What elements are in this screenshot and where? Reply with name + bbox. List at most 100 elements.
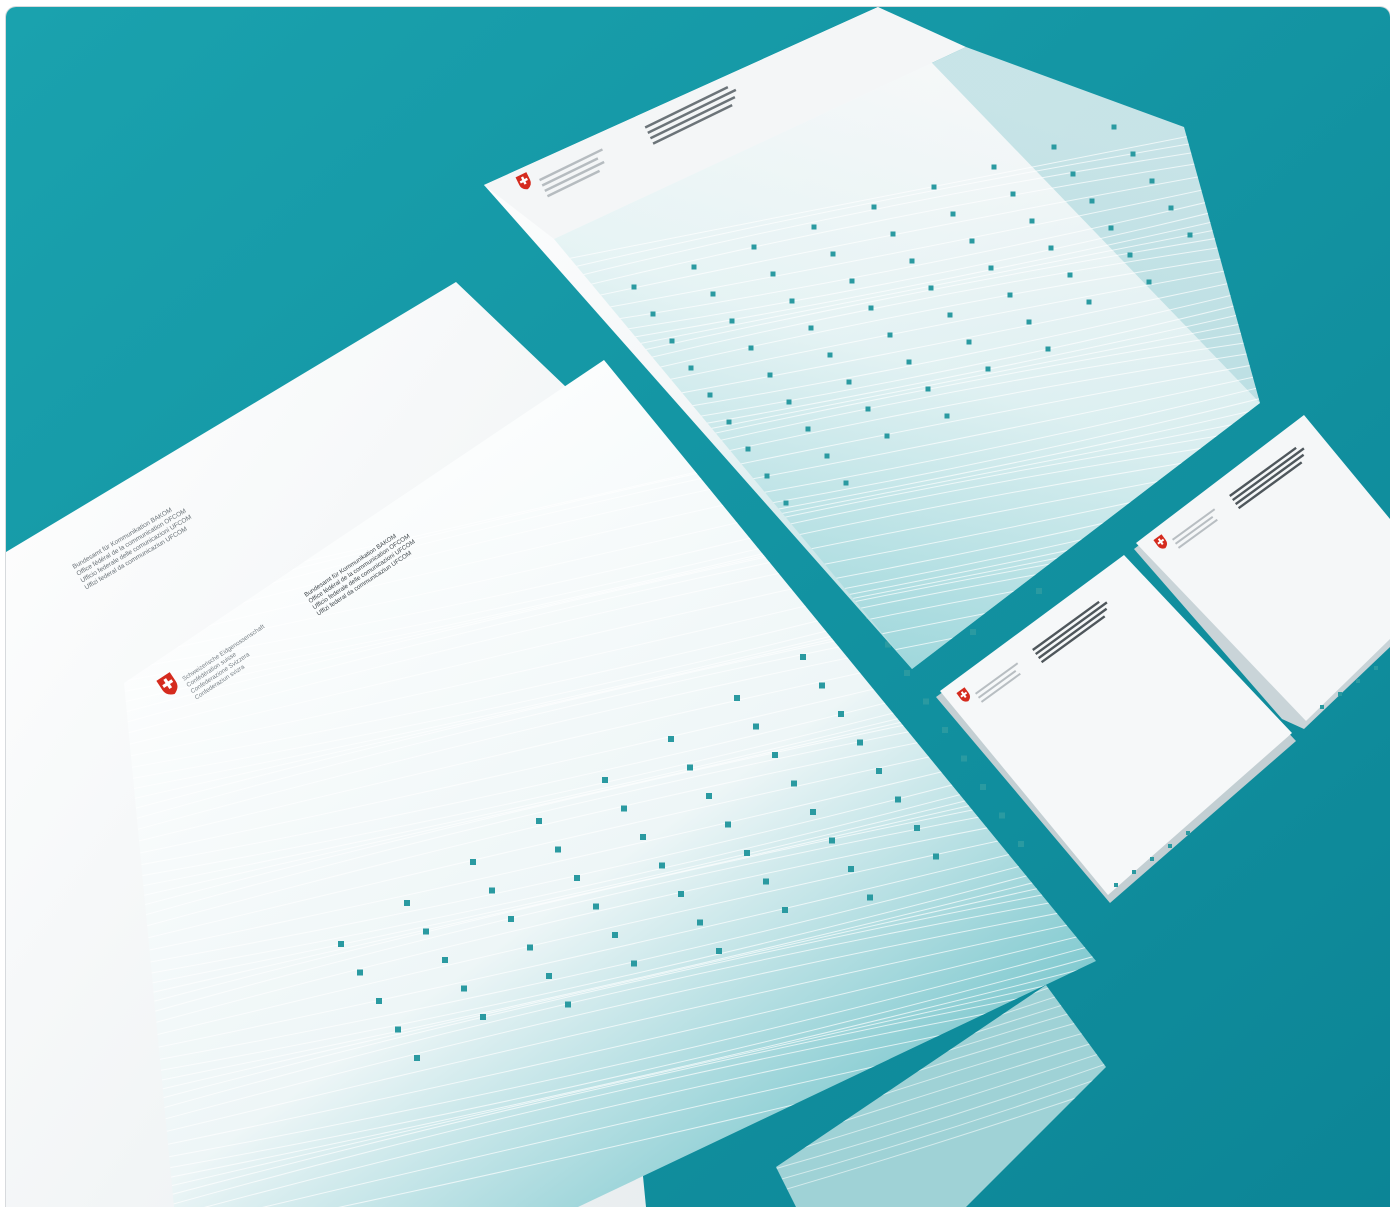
pattern-dot (338, 941, 344, 947)
pattern-dot (480, 1014, 486, 1020)
pattern-dot (783, 500, 789, 506)
pattern-dot (980, 784, 986, 790)
pattern-dot (1356, 679, 1360, 683)
pattern-dot (791, 780, 797, 787)
pattern-dot (789, 298, 795, 304)
pattern-dot (691, 264, 697, 270)
pattern-dot (1036, 588, 1042, 594)
pattern-dot (395, 1026, 401, 1033)
pattern-dot (729, 318, 735, 324)
pattern-dot (1114, 883, 1118, 887)
pattern-dot (1029, 218, 1035, 224)
pattern-dot (819, 682, 825, 689)
photo-frame: Bundesamt für Kommunikation BAKOM Office… (6, 7, 1390, 1207)
pattern-dot (824, 453, 830, 459)
pattern-dot (827, 352, 833, 358)
pattern-dot (527, 944, 533, 951)
pattern-dot (868, 305, 874, 311)
pattern-dot (933, 853, 939, 860)
pattern-dot (810, 809, 816, 815)
pattern-dot (1111, 124, 1117, 130)
pattern-dot (1320, 705, 1324, 709)
pattern-dot (602, 777, 608, 783)
pattern-dot (865, 406, 871, 412)
pattern-dot (849, 278, 855, 284)
pattern-dot (414, 1055, 420, 1061)
pattern-dot (1374, 666, 1378, 670)
pattern-dot (770, 271, 776, 277)
pattern-dot (942, 727, 948, 733)
pattern-dot (985, 366, 991, 372)
pattern-dot (805, 426, 811, 432)
pattern-dot (640, 834, 646, 840)
pattern-dot (1127, 252, 1133, 258)
pattern-dot (565, 1001, 571, 1008)
pattern-dot (764, 473, 770, 479)
pattern-dot (726, 419, 732, 425)
pattern-dot (442, 957, 448, 963)
pattern-dot (1048, 245, 1054, 251)
pattern-dot (808, 325, 814, 331)
pattern-dot (1338, 692, 1342, 696)
pattern-dot (1150, 857, 1154, 861)
pattern-dot (1010, 191, 1016, 197)
pattern-dot (857, 739, 863, 746)
pattern-dot (734, 695, 740, 701)
pattern-dot (887, 332, 893, 338)
pattern-dot (668, 736, 674, 742)
pattern-dot (969, 238, 975, 244)
pattern-dot (745, 446, 751, 452)
pattern-dot (710, 291, 716, 297)
pattern-dot (846, 379, 852, 385)
pattern-dot (772, 752, 778, 758)
pattern-dot (753, 723, 759, 730)
pattern-dot (947, 312, 953, 318)
pattern-dot (688, 365, 694, 371)
pattern-dot (884, 433, 890, 439)
pattern-dot (1149, 178, 1155, 184)
pattern-dot (697, 919, 703, 926)
pattern-dot (1067, 272, 1073, 278)
pattern-dot (1130, 151, 1136, 157)
pattern-dot (830, 251, 836, 257)
pattern-dot (659, 862, 665, 869)
pattern-dot (1089, 198, 1095, 204)
pattern-dot (811, 224, 817, 230)
pattern-dot (716, 948, 722, 954)
pattern-dot (829, 837, 835, 844)
pattern-dot (763, 878, 769, 885)
pattern-dot (423, 928, 429, 935)
pattern-dot (999, 812, 1005, 819)
pattern-dot (1051, 144, 1057, 150)
pattern-dot (931, 184, 937, 190)
pattern-dot (706, 793, 712, 799)
pattern-dot (1168, 205, 1174, 211)
pattern-dot (508, 916, 514, 922)
pattern-dot (1007, 292, 1013, 298)
pattern-dot (404, 900, 410, 906)
pattern-dot (574, 875, 580, 881)
pattern-dot (1018, 841, 1024, 847)
pattern-dot (944, 413, 950, 419)
pattern-dot (489, 887, 495, 894)
pattern-dot (1146, 279, 1152, 285)
pattern-dot (678, 891, 684, 897)
pattern-dot (650, 311, 656, 317)
pattern-dot (725, 821, 731, 828)
pattern-dot (843, 480, 849, 486)
pattern-dot (707, 392, 713, 398)
pattern-dot (751, 244, 757, 250)
pattern-dot (621, 805, 627, 812)
pattern-dot (631, 284, 637, 290)
pattern-dot (612, 932, 618, 938)
stationery-photo: Bundesamt für Kommunikation BAKOM Office… (6, 7, 1390, 1207)
pattern-dot (470, 859, 476, 865)
pattern-dot (988, 265, 994, 271)
pattern-dot (536, 818, 542, 824)
pattern-dot (950, 211, 956, 217)
pattern-dot (800, 654, 806, 660)
pattern-dot (687, 764, 693, 771)
pattern-dot (786, 399, 792, 405)
pattern-dot (1186, 831, 1190, 835)
pattern-dot (376, 998, 382, 1004)
